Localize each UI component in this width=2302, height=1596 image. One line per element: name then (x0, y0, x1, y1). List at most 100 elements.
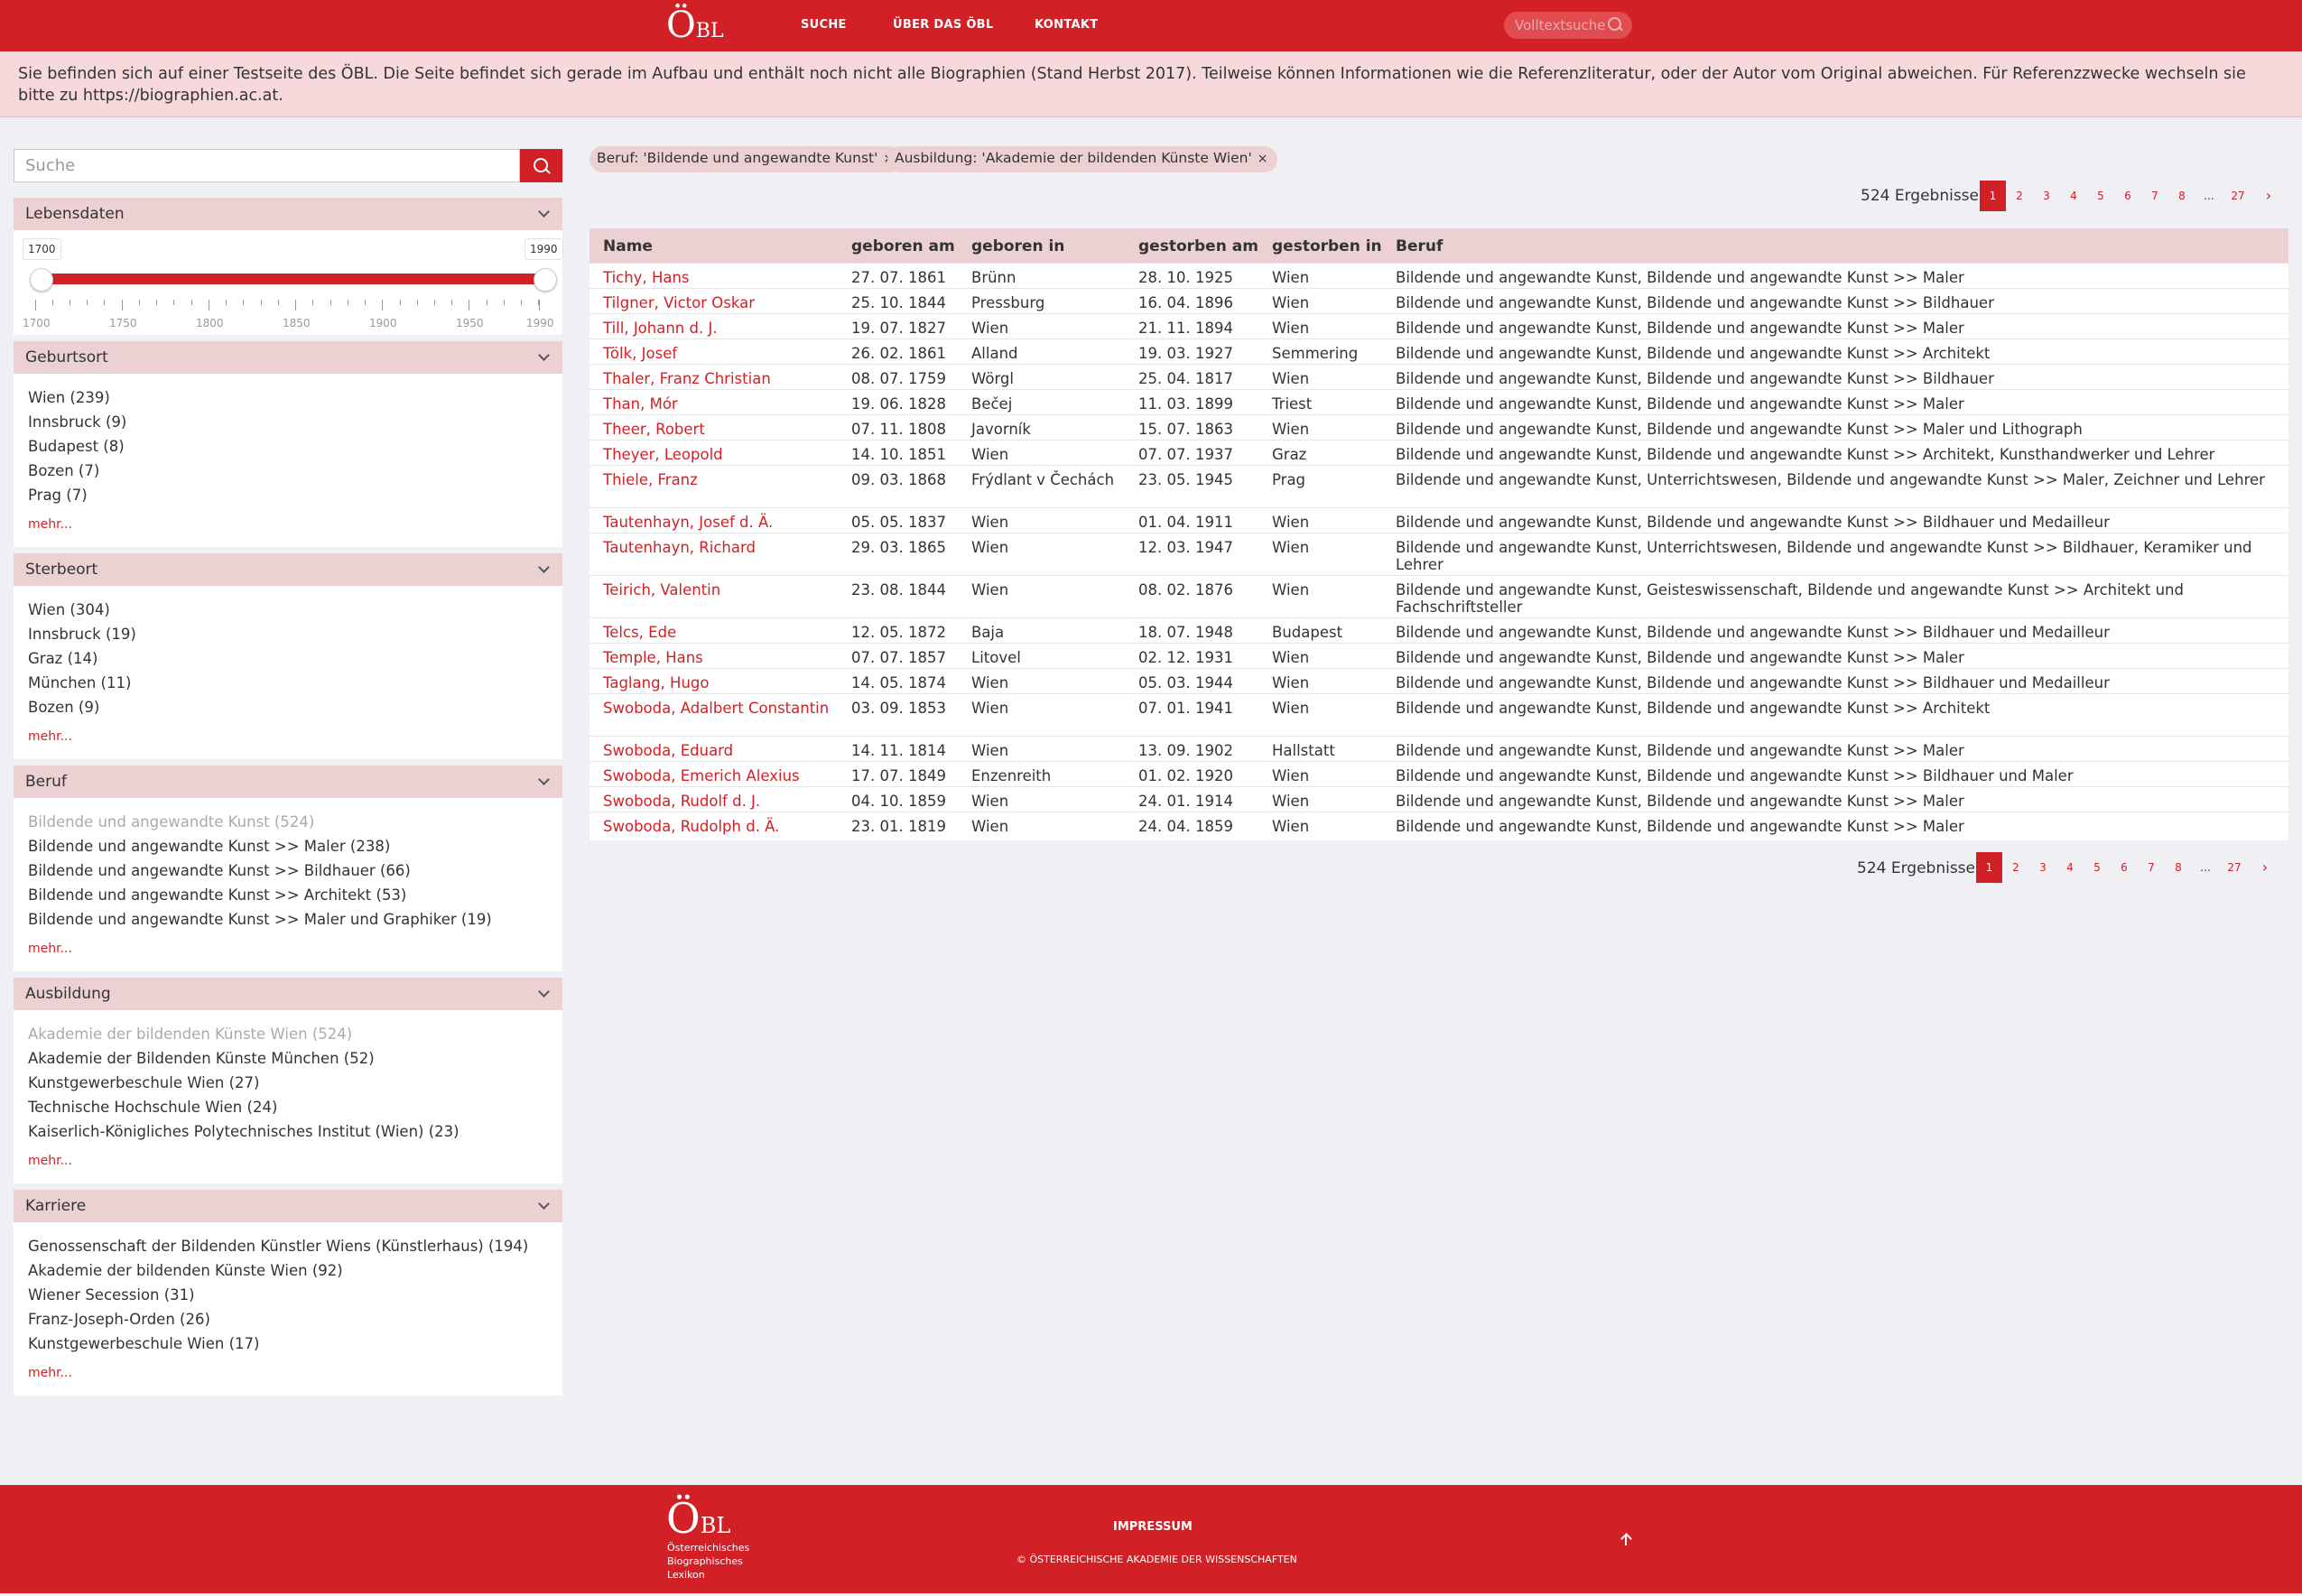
page-4[interactable]: 4 (2056, 852, 2084, 883)
facet-item[interactable]: Genossenschaft der Bildenden Künstler Wi… (28, 1238, 528, 1255)
page-5[interactable]: 5 (2084, 852, 2111, 883)
page-3[interactable]: 3 (2029, 852, 2056, 883)
page-4[interactable]: 4 (2060, 181, 2087, 211)
facet-item[interactable]: Wien (239) (28, 389, 110, 406)
facet-item[interactable]: Innsbruck (9) (28, 413, 126, 431)
person-name-link[interactable]: Theer, Robert (603, 421, 833, 438)
facet-item[interactable]: Kunstgewerbeschule Wien (27) (28, 1074, 259, 1091)
facet-item[interactable]: Graz (14) (28, 650, 97, 667)
facet-item[interactable]: Wien (304) (28, 601, 110, 618)
page-2[interactable]: 2 (2006, 181, 2033, 211)
facet-item[interactable]: Kunstgewerbeschule Wien (17) (28, 1335, 259, 1352)
person-name-link[interactable]: Tautenhayn, Josef d. Ä. (603, 514, 833, 531)
fulltext-search-input[interactable]: Volltextsuche (1504, 12, 1632, 39)
person-name-link[interactable]: Than, Mór (603, 395, 833, 413)
more-link[interactable]: mehr... (28, 942, 72, 956)
person-name-link[interactable]: Tautenhayn, Richard (603, 539, 833, 556)
next-page-chevron-icon[interactable]: › (2253, 181, 2284, 211)
more-link[interactable]: mehr... (28, 517, 72, 532)
page-2[interactable]: 2 (2002, 852, 2029, 883)
column-header-beruf[interactable]: Beruf (1396, 237, 1443, 255)
nav-kontakt[interactable]: KONTAKT (1035, 18, 1098, 32)
page-6[interactable]: 6 (2114, 181, 2141, 211)
panel-header-lebensdaten[interactable]: Lebensdaten (14, 198, 562, 230)
panel-header-ausbildung[interactable]: Ausbildung (14, 978, 562, 1010)
cell-geboren-am: 07. 11. 1808 (851, 421, 946, 438)
column-header-gestorben-am[interactable]: gestorben am (1138, 237, 1258, 255)
person-name-link[interactable]: Temple, Hans (603, 649, 833, 666)
person-name-link[interactable]: Swoboda, Adalbert Constantin (603, 700, 833, 717)
person-name-link[interactable]: Swoboda, Emerich Alexius (603, 767, 833, 784)
person-name-link[interactable]: Tichy, Hans (603, 269, 833, 286)
page-7[interactable]: 7 (2138, 852, 2165, 883)
person-name-link[interactable]: Swoboda, Eduard (603, 742, 833, 759)
facet-item[interactable]: Wiener Secession (31) (28, 1286, 195, 1304)
page-27[interactable]: 27 (2219, 852, 2250, 883)
panel-title: Geburtsort (25, 348, 108, 367)
facet-item[interactable]: Akademie der bildenden Künste Wien (92) (28, 1262, 343, 1279)
facet-item[interactable]: Technische Hochschule Wien (24) (28, 1099, 277, 1116)
footer-logo[interactable]: ÖBL (666, 1498, 730, 1539)
column-header-gestorben-in[interactable]: gestorben in (1272, 237, 1382, 255)
arrow-up-icon[interactable] (1619, 1532, 1633, 1546)
oebl-logo[interactable]: ÖBL (666, 7, 724, 43)
cell-geboren-in: Wien (971, 539, 1009, 556)
page-1[interactable]: 1 (1976, 852, 2002, 883)
facet-item[interactable]: Bozen (9) (28, 699, 99, 716)
panel-header-karriere[interactable]: Karriere (14, 1190, 562, 1222)
page-8[interactable]: 8 (2168, 181, 2195, 211)
facet-item[interactable]: München (11) (28, 674, 131, 691)
facet-item[interactable]: Bildende und angewandte Kunst >> Maler (… (28, 838, 390, 855)
column-header-geboren-in[interactable]: geboren in (971, 237, 1064, 255)
panel-header-geburtsort[interactable]: Geburtsort (14, 341, 562, 374)
column-header-geboren-am[interactable]: geboren am (851, 237, 955, 255)
facet-item[interactable]: Bozen (7) (28, 462, 99, 479)
facet-item[interactable]: Bildende und angewandte Kunst >> Bildhau… (28, 862, 411, 879)
slider-track[interactable] (39, 274, 554, 284)
page-7[interactable]: 7 (2141, 181, 2168, 211)
person-name-link[interactable]: Theyer, Leopold (603, 446, 833, 463)
page-27[interactable]: 27 (2223, 181, 2253, 211)
person-name-link[interactable]: Tölk, Josef (603, 345, 833, 362)
slider-handle-max[interactable] (534, 268, 557, 292)
page-1[interactable]: 1 (1980, 181, 2006, 211)
page-6[interactable]: 6 (2111, 852, 2138, 883)
facet-item[interactable]: Budapest (8) (28, 438, 125, 455)
page-8[interactable]: 8 (2165, 852, 2192, 883)
person-name-link[interactable]: Till, Johann d. J. (603, 320, 833, 337)
facet-item[interactable]: Kaiserlich-Königliches Polytechnisches I… (28, 1123, 459, 1140)
page-3[interactable]: 3 (2033, 181, 2060, 211)
facet-item-selected[interactable]: Bildende und angewandte Kunst (524) (28, 813, 314, 830)
close-icon[interactable]: × (1258, 152, 1268, 166)
person-name-link[interactable]: Swoboda, Rudolph d. Ä. (603, 818, 833, 835)
person-name-link[interactable]: Taglang, Hugo (603, 674, 833, 691)
more-link[interactable]: mehr... (28, 729, 72, 744)
facet-item[interactable]: Akademie der Bildenden Künste München (5… (28, 1050, 375, 1067)
person-name-link[interactable]: Thiele, Franz (603, 471, 833, 488)
next-page-chevron-icon[interactable]: › (2250, 852, 2280, 883)
panel-header-beruf[interactable]: Beruf (14, 766, 562, 798)
facet-item-selected[interactable]: Akademie der bildenden Künste Wien (524) (28, 1025, 352, 1043)
more-link[interactable]: mehr... (28, 1154, 72, 1168)
facet-item[interactable]: Bildende und angewandte Kunst >> Maler u… (28, 911, 492, 928)
facet-item[interactable]: Franz-Joseph-Orden (26) (28, 1311, 210, 1328)
person-name-link[interactable]: Thaler, Franz Christian (603, 370, 833, 387)
facet-item[interactable]: Prag (7) (28, 487, 88, 504)
page-5[interactable]: 5 (2087, 181, 2114, 211)
person-name-link[interactable]: Telcs, Ede (603, 624, 833, 641)
search-button[interactable] (520, 149, 562, 182)
person-name-link[interactable]: Teirich, Valentin (603, 581, 833, 598)
person-name-link[interactable]: Swoboda, Rudolf d. J. (603, 793, 833, 810)
impressum-link[interactable]: IMPRESSUM (1113, 1520, 1193, 1534)
facet-item[interactable]: Bildende und angewandte Kunst >> Archite… (28, 886, 406, 904)
column-header-name[interactable]: Name (603, 237, 653, 255)
search-input[interactable]: Suche (14, 149, 520, 182)
facet-item[interactable]: Innsbruck (19) (28, 626, 136, 643)
person-name-link[interactable]: Tilgner, Victor Oskar (603, 294, 833, 311)
nav-suche[interactable]: SUCHE (801, 18, 847, 32)
panel-header-sterbeort[interactable]: Sterbeort (14, 553, 562, 586)
slider-handle-min[interactable] (30, 268, 53, 292)
more-link[interactable]: mehr... (28, 1366, 72, 1380)
nav-ueber-das-oebl[interactable]: ÜBER DAS ÖBL (893, 18, 993, 32)
cell-gestorben-am: 24. 04. 1859 (1138, 818, 1233, 835)
